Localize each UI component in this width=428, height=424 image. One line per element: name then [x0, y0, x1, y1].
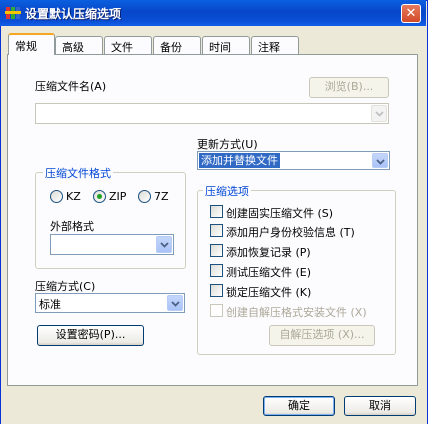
chevron-down-icon — [171, 301, 180, 307]
close-icon: ✕ — [405, 6, 417, 21]
checkbox-solid-archive-label: 创建固实压缩文件 (S) — [226, 207, 334, 220]
external-format-label: 外部格式 — [50, 220, 94, 233]
external-format-select[interactable] — [50, 234, 174, 255]
tab-advanced[interactable]: 高级 — [55, 36, 103, 54]
radio-kz[interactable] — [50, 190, 63, 203]
checkbox-solid-archive[interactable] — [210, 205, 223, 218]
checkbox-test-archive[interactable] — [210, 264, 223, 277]
chevron-down-icon — [375, 111, 384, 117]
radio-selected-dot — [97, 194, 102, 199]
chevron-down-icon — [160, 242, 169, 248]
tab-general[interactable]: 常规 — [8, 33, 55, 55]
update-mode-value: 添加并替换文件 — [199, 153, 280, 168]
options-group-title: 压缩选项 — [203, 183, 251, 199]
external-format-dropdown[interactable] — [156, 236, 172, 253]
checkbox-recovery-record-label: 添加恢复记录 (P) — [226, 246, 311, 259]
checkbox-sfx-label: 创建自解压格式安装文件 (X) — [226, 306, 367, 319]
update-mode-select[interactable]: 添加并替换文件 — [197, 151, 390, 170]
tab-files[interactable]: 文件 — [104, 36, 152, 54]
radio-kz-label: KZ — [66, 190, 81, 203]
window-title: 设置默认压缩选项 — [25, 7, 122, 21]
set-password-button[interactable]: 设置密码(P)... — [37, 325, 144, 346]
checkbox-test-archive-label: 测试压缩文件 (E) — [226, 266, 312, 279]
checkbox-lock-archive[interactable] — [210, 284, 223, 297]
radio-7z[interactable] — [138, 190, 151, 203]
tab-comment[interactable]: 注释 — [251, 36, 299, 54]
method-label: 压缩方式(C) — [35, 280, 96, 293]
method-value: 标准 — [39, 298, 61, 311]
sfx-options-button[interactable]: 自解压选项 (X)... — [269, 325, 375, 346]
method-select[interactable]: 标准 — [35, 293, 185, 313]
archive-name-combo[interactable] — [35, 103, 389, 124]
tab-backup[interactable]: 备份 — [153, 36, 201, 54]
checkbox-recovery-record[interactable] — [210, 244, 223, 257]
checkbox-authenticity[interactable] — [210, 224, 223, 237]
checkbox-lock-archive-label: 锁定压缩文件 (K) — [226, 286, 312, 299]
chevron-down-icon — [376, 159, 385, 165]
radio-zip-label: ZIP — [109, 190, 127, 203]
close-button[interactable]: ✕ — [401, 4, 421, 23]
method-dropdown[interactable] — [167, 295, 183, 311]
checkbox-sfx[interactable] — [210, 304, 223, 317]
radio-7z-label: 7Z — [154, 190, 169, 203]
archive-name-label: 压缩文件名(A) — [35, 80, 107, 93]
checkbox-authenticity-label: 添加用户身份校验信息 (T) — [226, 226, 355, 239]
format-group-title: 压缩文件格式 — [43, 165, 113, 181]
ok-button[interactable]: 确定 — [263, 396, 335, 416]
update-mode-label: 更新方式(U) — [197, 138, 258, 151]
cancel-button[interactable]: 取消 — [344, 396, 416, 416]
tab-time[interactable]: 时间 — [202, 36, 250, 54]
browse-button[interactable]: 浏览(B)... — [309, 77, 389, 98]
update-mode-dropdown[interactable] — [372, 153, 388, 168]
radio-zip[interactable] — [93, 190, 106, 203]
archive-name-dropdown[interactable] — [371, 105, 387, 122]
app-icon — [5, 5, 21, 21]
